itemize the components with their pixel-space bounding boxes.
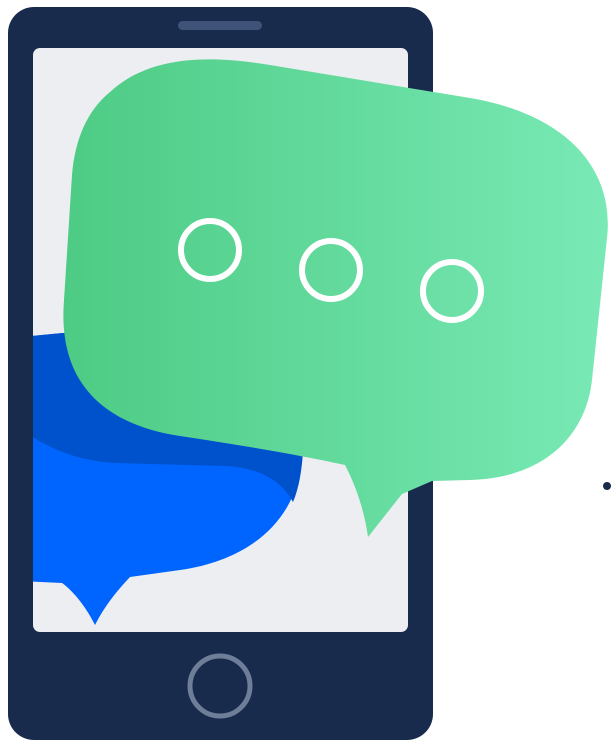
accent-dot [603,482,611,490]
chat-illustration-svg [8,7,611,740]
phone-speaker [178,21,262,30]
chat-illustration [0,0,611,741]
